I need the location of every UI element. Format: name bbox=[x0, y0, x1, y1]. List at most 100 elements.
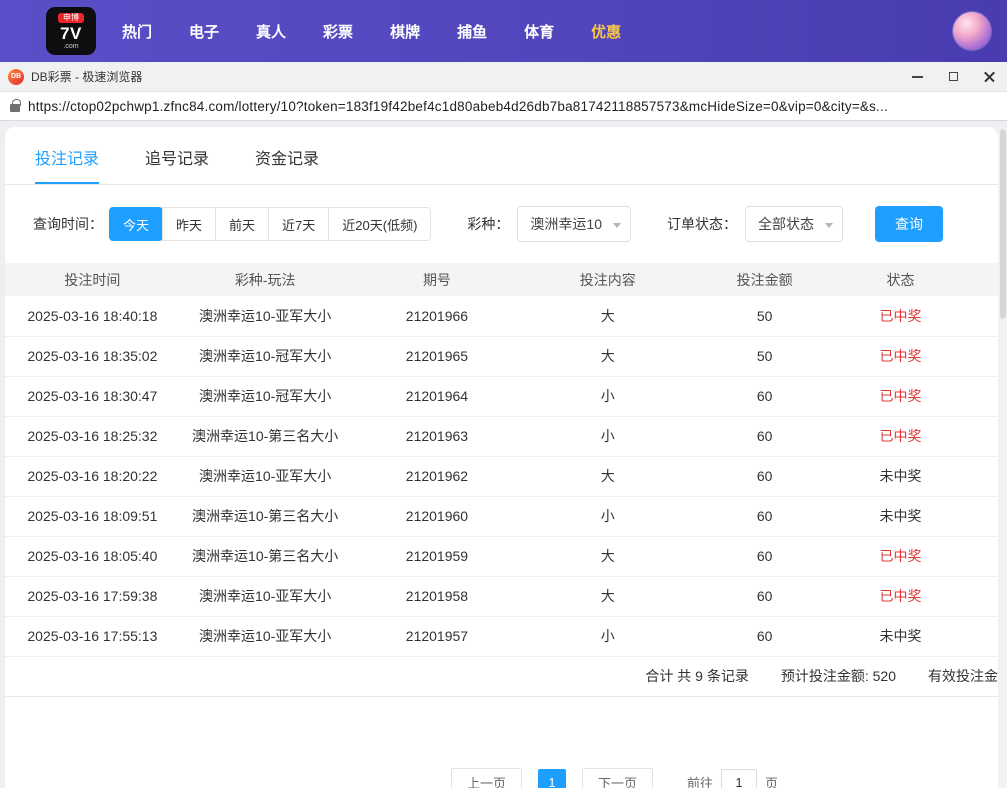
bet-records-table: 投注时间 彩种-玩法 期号 投注内容 投注金额 状态 2025-03-16 18… bbox=[5, 263, 998, 657]
summary-expected: 预计投注金额: 520 bbox=[780, 668, 896, 684]
next-page-button[interactable]: 下一页 bbox=[581, 767, 653, 788]
column-header-amount: 投注金额 bbox=[692, 263, 838, 296]
time-cell: 2025-03-16 18:05:40 bbox=[5, 536, 180, 577]
amount-cell: 60 bbox=[692, 456, 838, 497]
logo-domain: .com bbox=[63, 42, 79, 50]
browser-titlebar: DB DB彩票 - 极速浏览器 bbox=[0, 62, 1007, 92]
order-status-value: 全部状态 bbox=[757, 216, 814, 232]
search-button[interactable]: 查询 bbox=[874, 206, 943, 242]
game-cell: 澳洲幸运10-第三名大小 bbox=[179, 536, 351, 577]
maximize-icon bbox=[948, 72, 958, 81]
game-cell: 澳洲幸运10-第三名大小 bbox=[179, 416, 351, 457]
summary-valid: 有效投注金额 bbox=[928, 668, 998, 684]
content-cell: 大 bbox=[523, 336, 693, 377]
lottery-select[interactable]: 澳洲幸运10 bbox=[517, 206, 631, 242]
amount-cell: 60 bbox=[692, 536, 838, 577]
nav-item-live[interactable]: 真人 bbox=[256, 21, 286, 42]
column-header-content: 投注内容 bbox=[523, 263, 693, 296]
current-page-button[interactable]: 1 bbox=[537, 768, 566, 788]
site-nav-menu: 热门 电子 真人 彩票 棋牌 捕鱼 体育 优惠 bbox=[122, 21, 621, 42]
order-status-select[interactable]: 全部状态 bbox=[744, 206, 843, 242]
tab-fund-records[interactable]: 资金记录 bbox=[255, 145, 319, 184]
column-header-status: 状态 bbox=[837, 263, 998, 296]
content-cell: 小 bbox=[523, 416, 693, 457]
records-panel: 投注记录 追号记录 资金记录 查询时间： 今天 昨天 前天 近7天 近20天(低… bbox=[5, 127, 998, 788]
issue-cell: 21201957 bbox=[350, 616, 524, 657]
content-cell: 大 bbox=[523, 456, 693, 497]
scrollbar[interactable] bbox=[999, 127, 1007, 788]
lottery-select-value: 澳洲幸运10 bbox=[530, 216, 602, 232]
filter-last-20d[interactable]: 近20天(低频) bbox=[328, 207, 432, 241]
table-row: 2025-03-16 18:30:47 澳洲幸运10-冠军大小 21201964… bbox=[5, 376, 998, 417]
pagination: 上一页 1 下一页 前往 页 bbox=[5, 767, 998, 788]
nav-item-hot[interactable]: 热门 bbox=[122, 21, 152, 42]
game-cell: 澳洲幸运10-冠军大小 bbox=[179, 376, 351, 417]
issue-cell: 21201958 bbox=[350, 576, 524, 617]
column-header-issue: 期号 bbox=[350, 263, 524, 296]
table-row: 2025-03-16 18:20:22 澳洲幸运10-亚军大小 21201962… bbox=[5, 456, 998, 497]
close-icon bbox=[983, 70, 996, 83]
filter-day-before[interactable]: 前天 bbox=[215, 207, 270, 241]
column-header-game: 彩种-玩法 bbox=[179, 263, 351, 296]
time-filter-group: 今天 昨天 前天 近7天 近20天(低频) bbox=[109, 207, 432, 241]
maximize-button[interactable] bbox=[935, 62, 971, 91]
user-avatar[interactable] bbox=[953, 12, 991, 50]
close-button[interactable] bbox=[971, 62, 1007, 91]
issue-cell: 21201964 bbox=[350, 376, 524, 417]
site-logo[interactable]: 申博 7V .com bbox=[46, 7, 96, 55]
filter-bar: 查询时间： 今天 昨天 前天 近7天 近20天(低频) 彩种： 澳洲幸运10 订… bbox=[5, 185, 998, 263]
time-cell: 2025-03-16 17:59:38 bbox=[5, 576, 180, 617]
amount-cell: 60 bbox=[692, 496, 838, 537]
page-content: 投注记录 追号记录 资金记录 查询时间： 今天 昨天 前天 近7天 近20天(低… bbox=[0, 121, 1007, 788]
table-header-row: 投注时间 彩种-玩法 期号 投注内容 投注金额 状态 bbox=[5, 263, 998, 296]
time-cell: 2025-03-16 18:20:22 bbox=[5, 456, 180, 497]
content-cell: 大 bbox=[523, 576, 693, 617]
tab-bet-records[interactable]: 投注记录 bbox=[35, 145, 100, 184]
nav-item-slots[interactable]: 电子 bbox=[189, 21, 219, 42]
status-cell: 已中奖 bbox=[837, 336, 998, 377]
logo-text: 7V bbox=[60, 23, 82, 43]
tab-chase-records[interactable]: 追号记录 bbox=[145, 145, 209, 184]
game-cell: 澳洲幸运10-冠军大小 bbox=[179, 336, 351, 377]
game-cell: 澳洲幸运10-亚军大小 bbox=[179, 456, 351, 497]
goto-page-input[interactable] bbox=[721, 768, 758, 788]
issue-cell: 21201965 bbox=[350, 336, 524, 377]
game-cell: 澳洲幸运10-亚军大小 bbox=[179, 296, 351, 337]
column-header-time: 投注时间 bbox=[5, 263, 180, 296]
time-cell: 2025-03-16 18:35:02 bbox=[5, 336, 180, 377]
screen: 申博 7V .com 热门 电子 真人 彩票 棋牌 捕鱼 体育 优惠 DB DB… bbox=[0, 0, 1007, 788]
status-cell: 已中奖 bbox=[837, 416, 998, 457]
prev-page-button[interactable]: 上一页 bbox=[450, 767, 522, 788]
nav-item-board-games[interactable]: 棋牌 bbox=[390, 21, 420, 42]
amount-cell: 50 bbox=[692, 296, 838, 337]
nav-item-promos[interactable]: 优惠 bbox=[591, 21, 621, 42]
logo-badge: 申博 bbox=[58, 12, 84, 23]
status-cell: 未中奖 bbox=[837, 616, 998, 657]
issue-cell: 21201960 bbox=[350, 496, 524, 537]
status-cell: 未中奖 bbox=[837, 456, 998, 497]
game-cell: 澳洲幸运10-亚军大小 bbox=[179, 576, 351, 617]
time-cell: 2025-03-16 18:25:32 bbox=[5, 416, 180, 457]
nav-item-fishing[interactable]: 捕鱼 bbox=[457, 21, 487, 42]
content-cell: 大 bbox=[523, 296, 693, 337]
scrollbar-thumb[interactable] bbox=[1000, 129, 1006, 319]
content-cell: 大 bbox=[523, 536, 693, 577]
time-cell: 2025-03-16 18:30:47 bbox=[5, 376, 180, 417]
nav-item-lottery[interactable]: 彩票 bbox=[323, 21, 353, 42]
table-row: 2025-03-16 18:40:18 澳洲幸运10-亚军大小 21201966… bbox=[5, 296, 998, 337]
filter-yesterday[interactable]: 昨天 bbox=[162, 207, 217, 241]
table-row: 2025-03-16 18:09:51 澳洲幸运10-第三名大小 2120196… bbox=[5, 496, 998, 537]
minimize-button[interactable] bbox=[899, 62, 935, 91]
amount-cell: 60 bbox=[692, 376, 838, 417]
game-cell: 澳洲幸运10-亚军大小 bbox=[179, 616, 351, 657]
browser-addressbar[interactable]: https://ctop02pchwp1.zfnc84.com/lottery/… bbox=[0, 92, 1007, 121]
table-row: 2025-03-16 17:59:38 澳洲幸运10-亚军大小 21201958… bbox=[5, 576, 998, 617]
table-row: 2025-03-16 18:05:40 澳洲幸运10-第三名大小 2120195… bbox=[5, 536, 998, 577]
record-tabs: 投注记录 追号记录 资金记录 bbox=[5, 127, 998, 185]
issue-cell: 21201962 bbox=[350, 456, 524, 497]
filter-last-7d[interactable]: 近7天 bbox=[268, 207, 330, 241]
browser-favicon-icon: DB bbox=[8, 68, 24, 85]
table-row: 2025-03-16 18:25:32 澳洲幸运10-第三名大小 2120196… bbox=[5, 416, 998, 457]
nav-item-sports[interactable]: 体育 bbox=[524, 21, 554, 42]
filter-today[interactable]: 今天 bbox=[109, 207, 164, 241]
